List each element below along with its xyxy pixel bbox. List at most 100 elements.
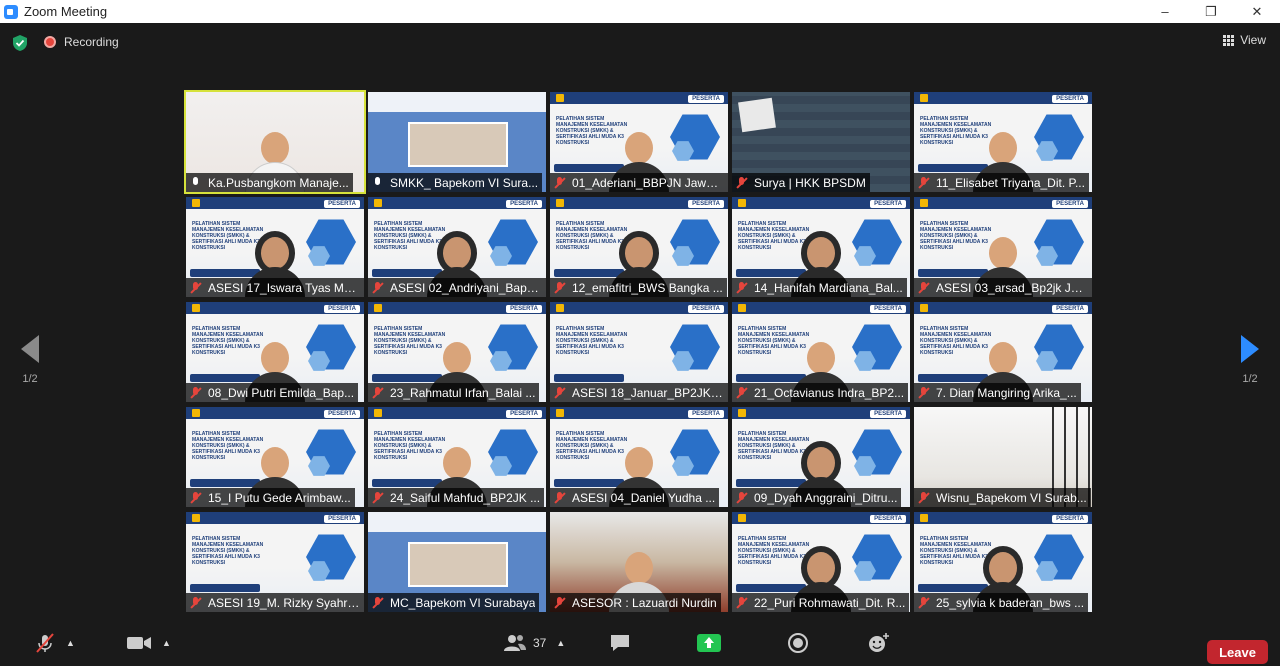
participant-name: 01_Aderiani_BBPJN Jawa ... [572, 175, 724, 190]
participant-name: 24_Saiful Mahfud_BP2JK ... [390, 490, 541, 505]
zoom-logo-icon [4, 4, 18, 19]
grid-view-icon [1223, 34, 1235, 46]
restore-button[interactable]: ❐ [1188, 0, 1234, 23]
share-screen-button[interactable] [697, 631, 721, 655]
peserta-badge: PESERTA [870, 200, 906, 208]
pupr-logo-icon [192, 199, 200, 207]
microphone-muted-icon [736, 281, 748, 294]
peserta-badge: PESERTA [324, 305, 360, 313]
security-shield-icon[interactable] [12, 35, 28, 51]
participant-tile[interactable]: PESERTA PELATIHAN SISTEM MANAJEMEN KESELA… [914, 512, 1092, 612]
participant-name: MC_Bapekom VI Surabaya [390, 595, 536, 610]
pupr-logo-icon [920, 94, 928, 102]
participant-nameplate: 21_Octavianus Indra_BP2... [732, 383, 909, 402]
view-button[interactable]: View [1223, 33, 1266, 47]
participant-tile[interactable]: PESERTA PELATIHAN SISTEM MANAJEMEN KESELA… [914, 197, 1092, 297]
participant-tile[interactable]: PESERTA PELATIHAN SISTEM MANAJEMEN KESELA… [550, 407, 728, 507]
participant-tile[interactable]: MC_Bapekom VI Surabaya [368, 512, 546, 612]
peserta-badge: PESERTA [688, 305, 724, 313]
participant-name: Ka.Pusbangkom Manaje... [208, 175, 349, 190]
participant-tile[interactable]: PESERTA PELATIHAN SISTEM MANAJEMEN KESELA… [550, 197, 728, 297]
recording-dot-icon [44, 36, 56, 48]
participant-name: ASESI 03_arsad_Bp2jk Jat... [936, 280, 1088, 295]
participant-tile[interactable]: PESERTA PELATIHAN SISTEM MANAJEMEN KESELA… [914, 302, 1092, 402]
pupr-logo-icon [192, 409, 200, 417]
pupr-logo-icon [556, 304, 564, 312]
participant-name: ASESI 18_Januar_BP2JK S... [572, 385, 724, 400]
participants-options-caret-icon[interactable]: ▲ [556, 638, 565, 648]
peserta-badge: PESERTA [688, 95, 724, 103]
microphone-muted-icon [372, 491, 384, 504]
microphone-muted-icon [736, 176, 748, 189]
participant-tile[interactable]: PESERTA PELATIHAN SISTEM MANAJEMEN KESELA… [186, 197, 364, 297]
participant-name: 15_I Putu Gede Arimbaw... [208, 490, 351, 505]
gallery-view: Ka.Pusbangkom Manaje... SMKK_ Bapekom VI … [184, 90, 1094, 612]
participant-tile[interactable]: PESERTA PELATIHAN SISTEM MANAJEMEN KESELA… [186, 512, 364, 612]
participant-name: ASESI 17_Iswara Tyas Ma... [208, 280, 360, 295]
record-button[interactable] [787, 631, 809, 655]
slide-date-band [190, 584, 260, 592]
audio-options-caret-icon[interactable]: ▲ [66, 638, 75, 648]
stop-video-button[interactable]: ▲ [126, 631, 171, 655]
participant-name: 11_Elisabet Triyana_Dit. P... [936, 175, 1085, 190]
pupr-logo-icon [556, 409, 564, 417]
next-page-button[interactable]: 1/2 [1235, 335, 1265, 385]
participant-name: 25_sylvia k baderan_bws ... [936, 595, 1085, 610]
video-options-caret-icon[interactable]: ▲ [162, 638, 171, 648]
participant-tile[interactable]: PESERTA PELATIHAN SISTEM MANAJEMEN KESELA… [732, 197, 910, 297]
microphone-muted-icon [736, 491, 748, 504]
participant-tile[interactable]: SMKK_ Bapekom VI Sura... [368, 92, 546, 192]
participant-tile[interactable]: PESERTA PELATIHAN SISTEM MANAJEMEN KESELA… [732, 512, 910, 612]
microphone-muted-icon [554, 176, 566, 189]
participant-name: Wisnu_Bapekom VI Surab... [936, 490, 1087, 505]
participant-tile[interactable]: PESERTA PELATIHAN SISTEM MANAJEMEN KESELA… [368, 407, 546, 507]
participants-icon [504, 635, 526, 651]
microphone-muted-icon [554, 596, 566, 609]
participant-tile[interactable]: PESERTA PELATIHAN SISTEM MANAJEMEN KESELA… [368, 302, 546, 402]
recording-indicator[interactable]: Recording [44, 35, 119, 49]
participant-tile[interactable]: PESERTA PELATIHAN SISTEM MANAJEMEN KESELA… [550, 302, 728, 402]
participant-name: 23_Rahmatul Irfan_Balai ... [390, 385, 536, 400]
participant-nameplate: Ka.Pusbangkom Manaje... [186, 173, 353, 192]
microphone-muted-icon [918, 281, 930, 294]
participant-tile[interactable]: PESERTA PELATIHAN SISTEM MANAJEMEN KESELA… [732, 407, 910, 507]
page-indicator-right: 1/2 [1242, 373, 1258, 385]
chat-button[interactable] [609, 631, 631, 655]
participant-tile[interactable]: Ka.Pusbangkom Manaje... [184, 90, 366, 194]
peserta-badge: PESERTA [506, 200, 542, 208]
previous-page-button[interactable]: 1/2 [15, 335, 45, 385]
pupr-logo-icon [192, 304, 200, 312]
reactions-button[interactable] [867, 631, 891, 655]
participants-button[interactable]: 37 ▲ [503, 631, 565, 655]
participant-name: 08_Dwi Putri Emilda_Bap... [208, 385, 355, 400]
pupr-logo-icon [374, 199, 382, 207]
pupr-logo-icon [920, 304, 928, 312]
participant-tile[interactable]: PESERTA PELATIHAN SISTEM MANAJEMEN KESELA… [186, 407, 364, 507]
pupr-logo-icon [374, 304, 382, 312]
participant-tile[interactable]: ASESOR : Lazuardi Nurdin [550, 512, 728, 612]
participant-tile[interactable]: Wisnu_Bapekom VI Surab... [914, 407, 1092, 507]
participant-nameplate: Wisnu_Bapekom VI Surab... [914, 488, 1091, 507]
recording-label: Recording [64, 35, 119, 49]
title-bar: Zoom Meeting – ❐ ✕ [0, 0, 1280, 23]
participant-tile[interactable]: Surya | HKK BPSDM [732, 92, 910, 192]
close-button[interactable]: ✕ [1234, 0, 1280, 23]
participant-tile[interactable]: PESERTA PELATIHAN SISTEM MANAJEMEN KESELA… [368, 197, 546, 297]
microphone-muted-icon [918, 491, 930, 504]
meeting-stage: Recording View 1/2 1/2 Ka.Pusbangkom Man… [0, 23, 1280, 657]
participant-tile[interactable]: PESERTA PELATIHAN SISTEM MANAJEMEN KESELA… [732, 302, 910, 402]
arrow-right-icon [1241, 335, 1259, 363]
participant-nameplate: ASESI 18_Januar_BP2JK S... [550, 383, 728, 402]
pupr-logo-icon [738, 409, 746, 417]
mute-button[interactable]: ▲ [34, 631, 75, 655]
participant-tile[interactable]: PESERTA PELATIHAN SISTEM MANAJEMEN KESELA… [550, 92, 728, 192]
peserta-badge: PESERTA [1052, 95, 1088, 103]
chat-icon [611, 635, 629, 651]
leave-button[interactable]: Leave [1207, 640, 1268, 664]
participant-tile[interactable]: PESERTA PELATIHAN SISTEM MANAJEMEN KESELA… [914, 92, 1092, 192]
microphone-icon [372, 176, 384, 189]
minimize-button[interactable]: – [1142, 0, 1188, 23]
participant-tile[interactable]: PESERTA PELATIHAN SISTEM MANAJEMEN KESELA… [186, 302, 364, 402]
participant-name: 12_emafitri_BWS Bangka ... [572, 280, 723, 295]
zoom-room-sign-graphic [738, 97, 776, 133]
